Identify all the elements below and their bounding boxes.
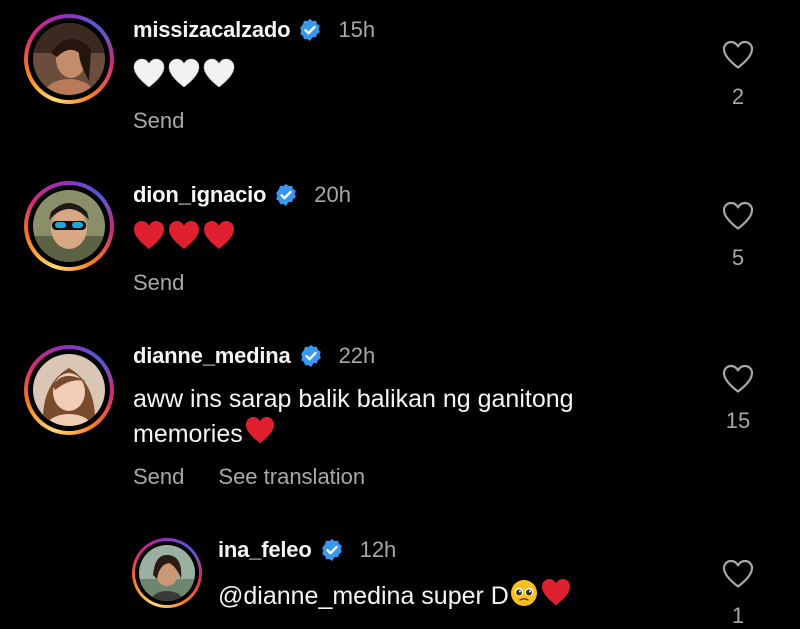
verified-badge-icon bbox=[299, 344, 323, 368]
send-button[interactable]: Send bbox=[133, 108, 184, 134]
timestamp: 20h bbox=[314, 182, 351, 207]
avatar-photo-dianne_medina bbox=[33, 354, 105, 426]
like-count: 2 bbox=[731, 84, 745, 109]
send-button[interactable]: Send bbox=[133, 270, 184, 296]
red-heart-icon bbox=[244, 416, 276, 455]
red-heart-icon bbox=[133, 220, 235, 261]
verified-badge-icon bbox=[298, 18, 322, 42]
avatar[interactable] bbox=[33, 190, 105, 262]
see-translation-button[interactable]: See translation bbox=[218, 464, 365, 490]
username[interactable]: dion_ignacio bbox=[133, 182, 266, 208]
reply-ina_feleo: ina_feleo 12h @dianne_medina super D 1 bbox=[0, 525, 800, 628]
comment-text-body: @dianne_medina super D bbox=[218, 582, 509, 611]
comment-text bbox=[133, 220, 235, 261]
verified-badge-icon bbox=[320, 538, 344, 562]
comment-text-line-2: memories bbox=[133, 416, 574, 455]
avatar-photo-ina_feleo bbox=[139, 545, 195, 601]
comment-text-line-1: aww ins sarap balik balikan ng ganitong bbox=[133, 385, 574, 413]
like-count: 1 bbox=[731, 603, 745, 628]
comment-text: aww ins sarap balik balikan ng ganitong … bbox=[133, 382, 574, 455]
like-heart-icon[interactable] bbox=[708, 364, 768, 394]
like-heart-icon[interactable] bbox=[708, 201, 768, 231]
avatar[interactable] bbox=[33, 354, 105, 426]
timestamp: 15h bbox=[338, 17, 376, 42]
comment-dianne_medina: dianne_medina 22h aww ins sarap balik ba… bbox=[0, 328, 800, 518]
username[interactable]: dianne_medina bbox=[133, 343, 291, 369]
pleading-face-icon bbox=[510, 579, 538, 616]
like-count: 5 bbox=[731, 245, 745, 270]
comment-missizacalzado: missizacalzado 15h Send 2 bbox=[0, 0, 800, 160]
comment-text: @dianne_medina super D bbox=[218, 578, 572, 617]
avatar[interactable] bbox=[139, 545, 195, 601]
send-button[interactable]: Send bbox=[133, 464, 184, 490]
username[interactable]: ina_feleo bbox=[218, 537, 312, 563]
like-heart-icon[interactable] bbox=[708, 559, 768, 589]
timestamp: 12h bbox=[359, 537, 397, 562]
like-heart-icon[interactable] bbox=[708, 40, 768, 70]
like-count: 15 bbox=[725, 408, 751, 433]
verified-badge-icon bbox=[274, 183, 298, 207]
avatar[interactable] bbox=[33, 23, 105, 95]
avatar-photo-dion_ignacio bbox=[33, 190, 105, 262]
timestamp: 22h bbox=[338, 343, 376, 368]
red-heart-icon bbox=[540, 578, 572, 617]
username[interactable]: missizacalzado bbox=[133, 17, 291, 43]
avatar-photo-missizacalzado bbox=[33, 23, 105, 95]
white-heart-icon bbox=[133, 58, 235, 99]
comment-text bbox=[133, 58, 235, 99]
comment-text-word: memories bbox=[133, 420, 243, 449]
comment-dion_ignacio: dion_ignacio 20h Send 5 bbox=[0, 165, 800, 325]
